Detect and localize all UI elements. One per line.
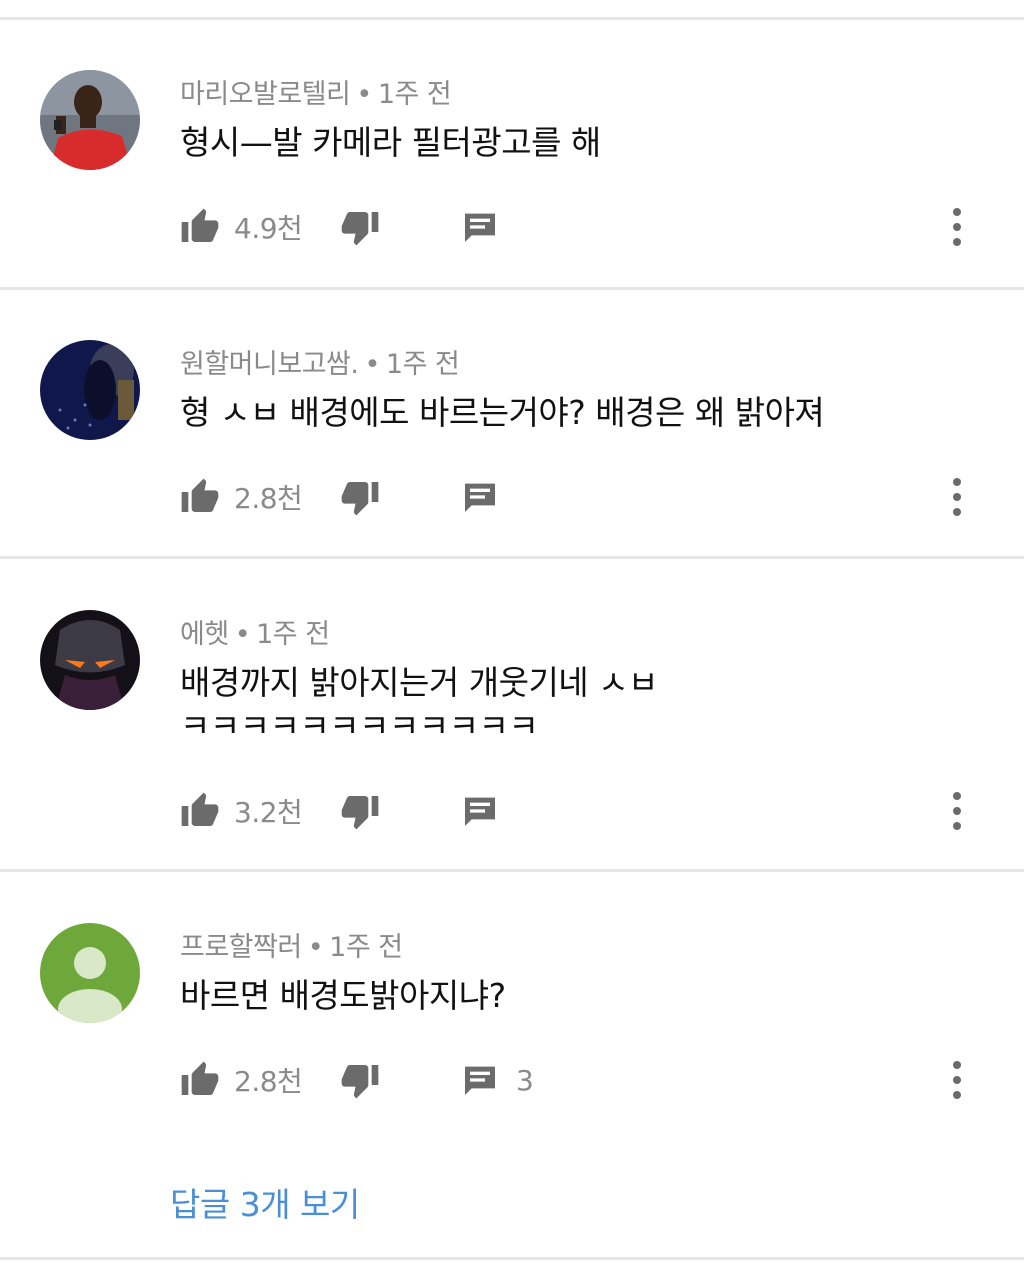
like-button[interactable]: 2.8천: [180, 472, 303, 522]
timestamp[interactable]: 1주 전: [256, 619, 330, 650]
comment-text: 바르면 배경도밝아지냐?: [180, 976, 506, 1015]
reply-button[interactable]: [460, 202, 516, 252]
divider: [0, 869, 1024, 872]
timestamp[interactable]: 1주 전: [378, 79, 452, 110]
reply-button[interactable]: [460, 472, 516, 522]
more-options-button[interactable]: [942, 202, 972, 252]
comment-text-line-2: ㅋㅋㅋㅋㅋㅋㅋㅋㅋㅋㅋㅋ: [180, 707, 539, 733]
comment-text: 형시—발 카메라 필터광고를 해: [180, 123, 601, 162]
reply-button[interactable]: 3: [460, 1055, 534, 1105]
reply-button[interactable]: [460, 786, 516, 836]
author-name[interactable]: 마리오발로텔리: [180, 79, 351, 110]
comment-icon: [465, 1066, 495, 1095]
comment-icon: [465, 483, 495, 512]
more-vert-icon: [953, 822, 961, 830]
more-options-button[interactable]: [942, 786, 972, 836]
avatar[interactable]: [40, 923, 140, 1023]
comment-actions: 3.2천: [180, 786, 1000, 836]
comment-text: 형 ㅅㅂ 배경에도 바르는거야? 배경은 왜 밝아져: [180, 393, 825, 432]
thumbs-up-icon: [181, 208, 219, 242]
dislike-button[interactable]: [340, 786, 380, 836]
like-count: 2.8천: [234, 482, 303, 515]
separator-dot: •: [356, 79, 372, 110]
thumbs-down-icon: [341, 796, 379, 830]
like-count: 2.8천: [234, 1065, 303, 1098]
comment-actions: 4.9천: [180, 202, 1000, 252]
divider: [0, 17, 1024, 20]
thumbs-up-icon: [181, 1061, 219, 1095]
divider: [0, 1257, 1024, 1260]
like-count: 4.9천: [234, 212, 303, 245]
comment-meta: 에헷 • 1주 전: [180, 612, 330, 651]
view-replies-link[interactable]: 답글 3개 보기: [170, 1178, 360, 1226]
reply-count: 3: [516, 1063, 534, 1097]
author-name[interactable]: 원할머니보고쌈.: [180, 349, 359, 380]
comment-actions: 2.8천 3: [180, 1055, 1000, 1105]
more-vert-icon: [953, 1091, 961, 1099]
comment-meta: 프로할짝러 • 1주 전: [180, 925, 403, 964]
more-vert-icon: [953, 478, 961, 486]
comment-text-line-1: 배경까지 밝아지는거 개웃기네 ㅅㅂ: [180, 663, 658, 702]
thumbs-down-icon: [341, 482, 379, 516]
more-vert-icon: [953, 792, 961, 800]
divider: [0, 287, 1024, 290]
avatar[interactable]: [40, 610, 140, 710]
more-vert-icon: [953, 1061, 961, 1069]
more-options-button[interactable]: [942, 1055, 972, 1105]
timestamp[interactable]: 1주 전: [329, 932, 403, 963]
more-vert-icon: [953, 238, 961, 246]
avatar[interactable]: [40, 70, 140, 170]
comment-meta: 원할머니보고쌈. • 1주 전: [180, 342, 460, 381]
timestamp[interactable]: 1주 전: [386, 349, 460, 380]
author-name[interactable]: 에헷: [180, 619, 229, 650]
avatar[interactable]: [40, 340, 140, 440]
more-vert-icon: [953, 1076, 961, 1084]
comment-meta: 마리오발로텔리 • 1주 전: [180, 72, 452, 111]
thumbs-down-icon: [341, 212, 379, 246]
author-name[interactable]: 프로할짝러: [180, 932, 302, 963]
dislike-button[interactable]: [340, 1055, 380, 1105]
more-vert-icon: [953, 223, 961, 231]
separator-dot: •: [364, 349, 380, 380]
more-vert-icon: [953, 493, 961, 501]
more-vert-icon: [953, 508, 961, 516]
divider: [0, 556, 1024, 559]
thumbs-up-icon: [181, 478, 219, 512]
dislike-button[interactable]: [340, 202, 380, 252]
more-options-button[interactable]: [942, 472, 972, 522]
separator-dot: •: [307, 932, 324, 963]
dislike-button[interactable]: [340, 472, 380, 522]
thumbs-up-icon: [181, 792, 219, 826]
thumbs-down-icon: [341, 1065, 379, 1099]
like-button[interactable]: 4.9천: [180, 202, 303, 252]
comment-icon: [465, 213, 495, 242]
like-button[interactable]: 2.8천: [180, 1055, 303, 1105]
separator-dot: •: [234, 619, 251, 650]
like-count: 3.2천: [234, 796, 303, 829]
like-button[interactable]: 3.2천: [180, 786, 303, 836]
more-vert-icon: [953, 807, 961, 815]
more-vert-icon: [953, 208, 961, 216]
comment-actions: 2.8천: [180, 472, 1000, 522]
comment-icon: [465, 797, 495, 826]
